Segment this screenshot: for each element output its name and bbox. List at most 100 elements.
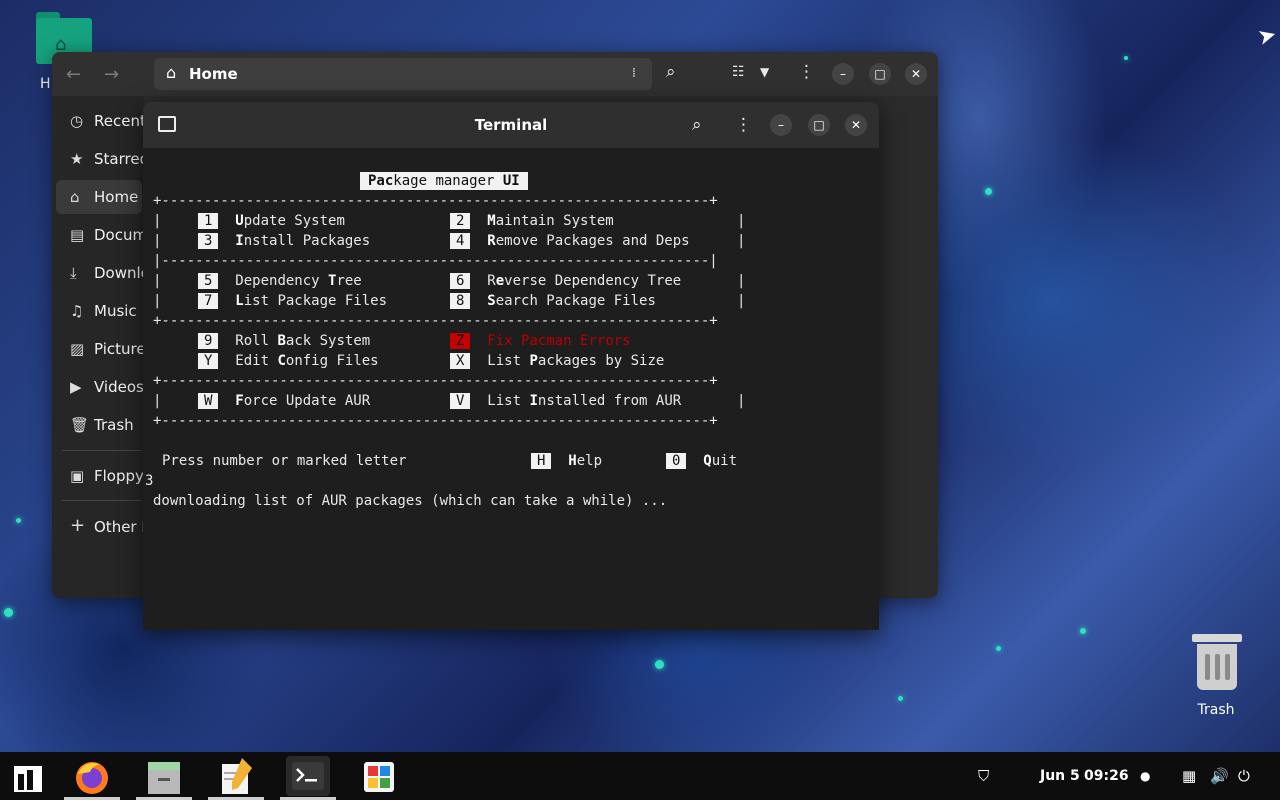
sidebar-item-recent[interactable]: ◷ Recent [56,104,146,138]
firefox-launcher[interactable] [70,756,114,796]
close-button[interactable]: ✕ [845,114,867,136]
power-icon[interactable]: ⏻ [1238,767,1250,785]
drive-icon: ▣ [70,467,85,485]
clock-date[interactable]: Jun 5 [1040,768,1080,784]
menu-kebab-icon[interactable]: ⋮ [798,62,815,82]
search-icon[interactable]: ⌕ [666,62,676,82]
star-icon: ★ [70,150,84,168]
mouse-cursor-icon: ➤ [1255,22,1280,51]
menu-item-fix-pacman-errors[interactable]: Z Fix Pacman Errors [450,332,631,350]
menu-item-search-package-files[interactable]: 8 Search Package Files [450,292,656,310]
terminal-output[interactable]: Package manager UI +--------------------… [143,148,879,630]
trash-icon: 🗑 [70,416,90,434]
sidebar-item-videos[interactable]: ▶ Videos [56,370,144,404]
path-label: Home [189,65,238,83]
files-launcher[interactable] [142,756,186,796]
menu-border: +---------------------------------------… [153,193,718,209]
home-icon: ⌂ [70,188,80,206]
menu-item-remove-packages[interactable]: 4 Remove Packages and Deps [450,232,690,250]
text-editor-launcher[interactable] [214,756,258,796]
sidebar-divider [62,500,142,501]
sidebar-item-documents[interactable]: ▤ Documents [56,218,180,252]
close-button[interactable]: ✕ [905,63,927,85]
trash-icon [1192,632,1242,690]
path-bar[interactable]: ⌂ Home ⁞ [154,58,652,90]
picture-icon: ▨ [70,340,85,358]
text-cursor-icon: ⁞ [631,66,636,81]
trash-desktop-icon[interactable]: Trash [1186,632,1246,722]
sidebar-item-downloads[interactable]: ⤓ Downloads [56,256,176,290]
files-headerbar: ← → ⌂ Home ⁞ ⌕ ☷ ▼ ⋮ – □ ✕ [52,52,938,96]
menu-item-list-packages-by-size[interactable]: X List Packages by Size [450,352,664,370]
terminal-title: Terminal [474,116,548,134]
menu-prompt: Press number or marked letter [162,453,407,469]
wallpaper-sparkle [16,518,21,523]
clock-icon: ◷ [70,112,84,130]
wallpaper-sparkle [4,608,13,617]
menu-item-list-installed-from-aur[interactable]: V List Installed from AUR [450,392,681,410]
plus-icon: + [70,515,86,536]
back-arrow-icon[interactable]: ← [66,64,81,85]
download-icon: ⤓ [70,264,77,282]
menu-divider: |---------------------------------------… [153,253,718,269]
sidebar-item-trash[interactable]: 🗑 Trash [56,408,142,442]
menu-item-help[interactable]: H Help [531,452,602,470]
shield-icon[interactable]: ⛉ [978,767,989,785]
sidebar-divider [62,450,142,451]
menu-item-list-package-files[interactable]: 7 List Package Files [198,292,387,310]
menu-item-maintain-system[interactable]: 2 Maintain System [450,212,614,230]
trash-label: Trash [1197,702,1235,718]
list-view-icon[interactable]: ☷ [732,64,745,80]
menu-kebab-icon[interactable]: ⋮ [735,115,752,135]
app-menu-icon [14,766,42,792]
minimize-button[interactable]: – [832,63,854,85]
wallpaper-sparkle [655,660,664,669]
sidebar-item-starred[interactable]: ★ Starred [56,142,149,176]
menu-border: +---------------------------------------… [153,313,718,329]
typed-input: 3 [145,473,154,489]
menu-item-quit[interactable]: 0 Quit [666,452,737,470]
menu-item-roll-back-system[interactable]: 9 Roll Back System [198,332,370,350]
wallpaper-sparkle [985,188,992,195]
wallpaper-sparkle [1080,628,1086,634]
firefox-icon [76,762,108,794]
document-icon: ▤ [70,226,85,244]
sidebar-item-home[interactable]: ⌂ Home [56,180,142,214]
home-icon: ⌂ [166,63,177,82]
files-sidebar: ◷ Recent ★ Starred ⌂ Home ▤ Documents ⤓ Downl… [52,96,213,598]
menu-title: Package manager UI [360,172,528,190]
menu-item-edit-config-files[interactable]: Y Edit Config Files [198,352,379,370]
sidebar-item-music[interactable]: ♫ Music [56,294,142,328]
volume-icon[interactable]: 🔊 [1210,767,1229,785]
menu-item-dependency-tree[interactable]: 5 Dependency Tree [198,272,362,290]
menu-item-install-packages[interactable]: 3 Install Packages [198,232,370,250]
wallpaper-sparkle [996,646,1001,651]
sidebar-item-pictures[interactable]: ▨ Pictures [56,332,153,366]
clock-time[interactable]: 09:26 [1084,768,1129,784]
app-menu-button[interactable] [8,756,52,796]
menu-item-update-system[interactable]: 1 Update System [198,212,345,230]
menu-item-force-update-aur[interactable]: W Force Update AUR [198,392,370,410]
notification-dot-icon[interactable]: ● [1140,769,1150,783]
menu-border: +---------------------------------------… [153,413,718,429]
home-folder-label: H [40,76,51,92]
minimize-button[interactable]: – [770,114,792,136]
search-icon[interactable]: ⌕ [692,115,702,135]
maximize-button[interactable]: □ [808,114,830,136]
sidebar-item-floppy[interactable]: ▣ Floppy [56,459,144,493]
forward-arrow-icon[interactable]: → [104,64,119,85]
terminal-headerbar: Terminal ⌕ ⋮ – □ ✕ [143,102,879,148]
terminal-launcher[interactable] [286,756,330,796]
menu-border: +---------------------------------------… [153,373,718,389]
software-store-launcher[interactable] [358,756,402,796]
network-icon[interactable]: ▦ [1182,767,1196,785]
sidebar-item-other-locations[interactable]: +Other Locations [56,510,213,544]
maximize-button[interactable]: □ [869,63,891,85]
terminal-window: Terminal ⌕ ⋮ – □ ✕ Package manager UI +-… [143,102,879,630]
wallpaper-sparkle [898,696,903,701]
music-icon: ♫ [70,302,84,320]
menu-item-reverse-dependency-tree[interactable]: 6 Reverse Dependency Tree [450,272,681,290]
taskbar: ⛉ Jun 5 09:26 ● ▦ 🔊 ⏻ [0,752,1280,800]
chevron-down-icon[interactable]: ▼ [760,65,769,79]
software-store-icon [364,762,394,792]
